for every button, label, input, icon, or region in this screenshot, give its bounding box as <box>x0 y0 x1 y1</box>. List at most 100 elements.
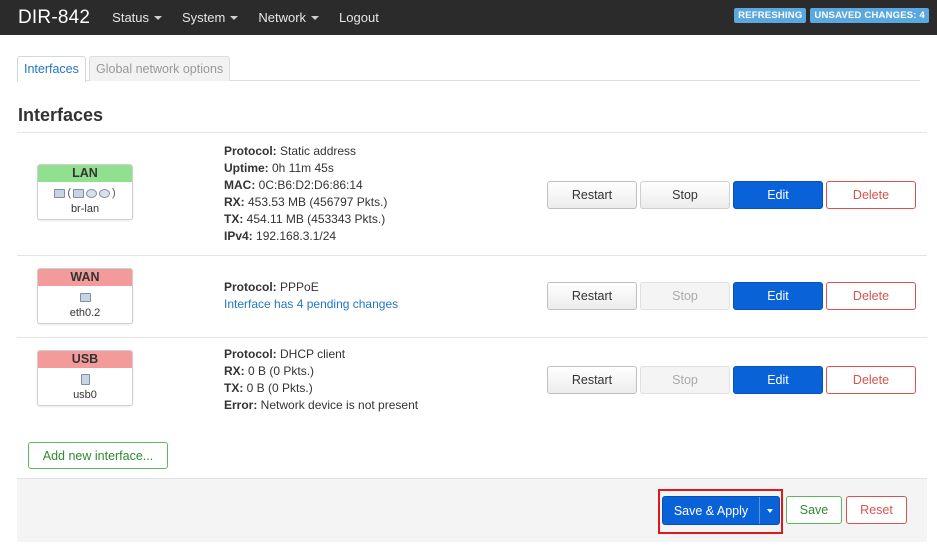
ethernet-icon <box>79 292 91 302</box>
device-icons: ( ) <box>38 185 132 201</box>
menu-network-label: Network <box>258 10 307 25</box>
info-line: Uptime: 0h 11m 45s <box>224 160 387 177</box>
menu-status-label: Status <box>112 10 150 25</box>
stop-button[interactable]: Stop <box>640 282 730 310</box>
wifi-icon <box>99 188 110 198</box>
stop-button[interactable]: Stop <box>640 181 730 209</box>
stop-button[interactable]: Stop <box>640 366 730 394</box>
info-line: RX: 0 B (0 Pkts.) <box>224 363 418 380</box>
refreshing-badge[interactable]: REFRESHING <box>734 8 807 23</box>
tab-bar: Interfaces Global network options <box>17 56 920 82</box>
save-apply-dropdown[interactable] <box>760 508 779 513</box>
device-name: br-lan <box>70 203 100 215</box>
info-key: TX: <box>224 381 244 395</box>
info-value: 454.11 MB (453343 Pkts.) <box>243 212 386 226</box>
interface-info: Protocol: DHCP client RX: 0 B (0 Pkts.) … <box>224 346 418 414</box>
info-value: DHCP client <box>276 347 346 361</box>
wifi-icon <box>86 188 97 198</box>
info-line: RX: 453.53 MB (456797 Pkts.) <box>224 194 387 211</box>
info-line: IPv4: 192.168.3.1/24 <box>224 228 387 245</box>
interface-name: USB <box>38 351 132 368</box>
info-line: Error: Network device is not present <box>224 397 418 414</box>
caret-down-icon <box>311 15 320 20</box>
edit-button[interactable]: Edit <box>733 282 823 310</box>
info-key: Protocol: <box>224 347 277 361</box>
info-key: RX: <box>224 195 245 209</box>
info-line: Protocol: Static address <box>224 143 387 160</box>
info-line: Protocol: PPPoE <box>224 279 398 296</box>
info-line: Protocol: DHCP client <box>224 346 418 363</box>
info-key: Protocol: <box>224 280 277 294</box>
interface-badge-wan: WAN eth0.2 <box>37 268 133 324</box>
info-key: Error: <box>224 398 258 412</box>
tab-global-network-options[interactable]: Global network options <box>89 56 231 81</box>
interface-badge-usb: USB usb0 <box>37 350 133 406</box>
device-icons <box>38 371 132 387</box>
info-key: Uptime: <box>224 161 269 175</box>
menu-system-label: System <box>182 10 226 25</box>
save-button[interactable]: Save <box>786 496 842 524</box>
info-value: 192.168.3.1/24 <box>252 229 337 243</box>
row-actions: Restart Stop Edit Delete <box>547 366 916 394</box>
section-title: Interfaces <box>18 105 104 125</box>
edit-button[interactable]: Edit <box>733 366 823 394</box>
info-key: MAC: <box>224 178 256 192</box>
ethernet-icon <box>73 188 84 198</box>
tab-interfaces[interactable]: Interfaces <box>17 56 86 82</box>
info-value: 453.53 MB (456797 Pkts.) <box>244 195 388 209</box>
device-name: eth0.2 <box>69 307 101 319</box>
row-actions: Restart Stop Edit Delete <box>547 181 916 209</box>
info-key: TX: <box>224 212 244 226</box>
caret-down-icon <box>230 15 239 20</box>
info-value: Static address <box>276 144 357 158</box>
info-line: TX: 454.11 MB (453343 Pkts.) <box>224 211 387 228</box>
menu-logout[interactable]: Logout <box>339 10 379 25</box>
edit-button[interactable]: Edit <box>733 181 823 209</box>
interface-info: Protocol: Static address Uptime: 0h 11m … <box>224 143 387 245</box>
delete-button[interactable]: Delete <box>826 181 916 209</box>
interface-row-lan: LAN ( ) br-lan Protocol: Static address … <box>17 133 927 256</box>
top-navbar: DIR-842 Status System Network Logout REF… <box>0 0 937 35</box>
save-apply-label[interactable]: Save & Apply <box>663 504 759 518</box>
menu-system[interactable]: System <box>182 10 239 25</box>
main-menu: Status System Network Logout <box>112 10 399 25</box>
info-line: TX: 0 B (0 Pkts.) <box>224 380 418 397</box>
menu-logout-label: Logout <box>339 10 379 25</box>
caret-down-icon <box>766 508 773 513</box>
interface-name: LAN <box>38 165 132 182</box>
caret-down-icon <box>154 15 163 20</box>
info-key: RX: <box>224 364 245 378</box>
info-key: IPv4: <box>224 229 253 243</box>
info-value: 0 B (0 Pkts.) <box>244 364 315 378</box>
paren-open: ( <box>67 187 71 199</box>
restart-button[interactable]: Restart <box>547 366 637 394</box>
row-actions: Restart Stop Edit Delete <box>547 282 916 310</box>
add-new-interface-button[interactable]: Add new interface... <box>28 442 168 469</box>
interface-badge-lan: LAN ( ) br-lan <box>37 164 133 220</box>
unsaved-changes-badge[interactable]: UNSAVED CHANGES: 4 <box>810 8 929 23</box>
info-key: Protocol: <box>224 144 277 158</box>
interface-name: WAN <box>38 269 132 286</box>
interface-info: Protocol: PPPoE Interface has 4 pending … <box>224 279 398 313</box>
brand-title[interactable]: DIR-842 <box>18 7 90 29</box>
info-value: PPPoE <box>276 280 319 294</box>
status-badges: REFRESHING UNSAVED CHANGES: 4 <box>734 8 929 23</box>
ethernet-icon <box>54 188 66 198</box>
restart-button[interactable]: Restart <box>547 181 637 209</box>
restart-button[interactable]: Restart <box>547 282 637 310</box>
info-value: 0C:B6:D2:D6:86:14 <box>255 178 363 192</box>
reset-button[interactable]: Reset <box>846 496 907 524</box>
device-name: usb0 <box>73 389 97 401</box>
delete-button[interactable]: Delete <box>826 282 916 310</box>
menu-status[interactable]: Status <box>112 10 163 25</box>
device-icons <box>38 289 132 305</box>
info-value: Network device is not present <box>257 398 419 412</box>
delete-button[interactable]: Delete <box>826 366 916 394</box>
paren-close: ) <box>112 187 116 199</box>
usb-device-icon <box>80 373 90 385</box>
save-apply-button[interactable]: Save & Apply <box>662 496 780 525</box>
pending-changes-link[interactable]: Interface has 4 pending changes <box>224 296 398 313</box>
interface-row-usb: USB usb0 Protocol: DHCP client RX: 0 B (… <box>17 338 927 424</box>
menu-network[interactable]: Network <box>258 10 320 25</box>
info-value: 0h 11m 45s <box>268 161 334 175</box>
